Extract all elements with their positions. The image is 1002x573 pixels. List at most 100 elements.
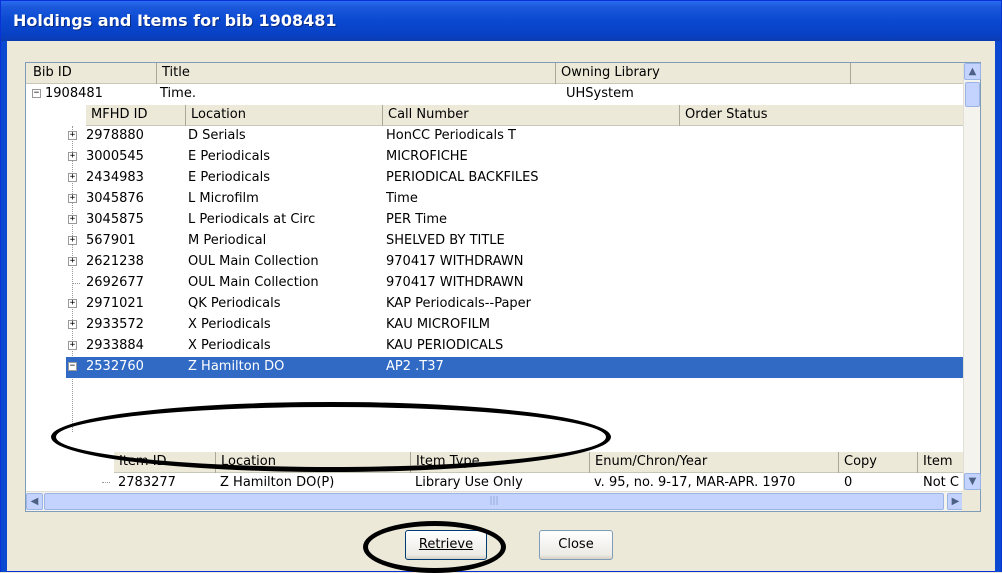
column-copy[interactable]: Copy xyxy=(839,452,918,473)
holding-row-selected[interactable]: −2532760 Z Hamilton DO AP2 .T37 xyxy=(66,357,963,378)
holdings-column-header: MFHD ID Location Call Number Order Statu… xyxy=(86,105,963,126)
holding-call-number: PER Time xyxy=(386,212,448,227)
holding-mfhd-id: 3045876 xyxy=(86,191,144,206)
collapse-icon[interactable]: − xyxy=(68,362,77,371)
expand-icon[interactable]: + xyxy=(68,236,77,245)
column-call-number[interactable]: Call Number xyxy=(383,105,680,126)
holding-call-number: KAP Periodicals--Paper xyxy=(386,296,532,311)
holding-mfhd-id: 2978880 xyxy=(86,128,144,143)
holding-mfhd-id: 2971021 xyxy=(86,296,144,311)
holding-mfhd-id: 2692677 xyxy=(86,275,144,290)
scroll-left-icon[interactable]: ◀ xyxy=(26,493,43,510)
holding-call-number: 970417 WITHDRAWN xyxy=(386,275,524,290)
item-copy: 0 xyxy=(844,475,853,490)
expand-icon[interactable]: + xyxy=(68,194,77,203)
bib-column-header: Bib ID Title Owning Library xyxy=(26,63,963,84)
holding-row[interactable]: +2434983 E Periodicals PERIODICAL BACKFILE… xyxy=(26,168,963,189)
holding-row[interactable]: +2933884 X Periodicals KAU PERIODICALS xyxy=(26,336,963,357)
holding-mfhd-id: 3000545 xyxy=(86,149,144,164)
item-row[interactable]: 2783277 Z Hamilton DO(P) Library Use Onl… xyxy=(26,473,963,491)
close-button[interactable]: Close xyxy=(539,530,613,560)
tree-branch xyxy=(72,283,80,284)
horizontal-scroll-thumb[interactable]: ||| xyxy=(44,493,944,510)
holding-location: D Serials xyxy=(188,128,246,143)
column-bib-id[interactable]: Bib ID xyxy=(28,63,157,84)
holding-location: OUL Main Collection xyxy=(188,254,319,269)
holding-row[interactable]: +567901 M Periodical SHELVED BY TITLE xyxy=(26,231,963,252)
holding-row[interactable]: +3045875 L Periodicals at Circ PER Time xyxy=(26,210,963,231)
holding-location: QK Periodicals xyxy=(188,296,281,311)
window-title: Holdings and Items for bib 1908481 xyxy=(1,1,1001,41)
holding-mfhd-id: 2434983 xyxy=(86,170,144,185)
bib-owning-library: UHSystem xyxy=(566,86,634,101)
column-title[interactable]: Title xyxy=(157,63,556,84)
holding-call-number: KAU MICROFILM xyxy=(386,317,490,332)
holding-call-number: KAU PERIODICALS xyxy=(386,338,504,353)
holding-location: E Periodicals xyxy=(188,170,270,185)
item-location: Z Hamilton DO(P) xyxy=(220,475,335,490)
holding-location: Z Hamilton DO xyxy=(188,359,285,374)
column-item-status[interactable]: Item xyxy=(918,452,963,473)
holding-location: L Microfilm xyxy=(188,191,259,206)
item-enum: v. 95, no. 9-17, MAR-APR. 1970 xyxy=(594,475,796,490)
holding-row[interactable]: +2621238 OUL Main Collection 970417 WITHDR… xyxy=(26,252,963,273)
holding-mfhd-id: 2933884 xyxy=(86,338,144,353)
annotation-highlight-holding xyxy=(51,402,611,472)
column-enum-chron-year[interactable]: Enum/Chron/Year xyxy=(590,452,839,473)
holding-mfhd-id: 2621238 xyxy=(86,254,144,269)
expand-icon[interactable]: + xyxy=(68,341,77,350)
holding-call-number: SHELVED BY TITLE xyxy=(386,233,505,248)
holding-row[interactable]: 2692677 OUL Main Collection 970417 WITHDRA… xyxy=(26,273,963,294)
annotation-highlight-retrieve xyxy=(363,521,506,573)
scroll-up-icon[interactable]: ▲ xyxy=(964,63,981,80)
holding-row[interactable]: +2933572 X Periodicals KAU MICROFILM xyxy=(26,315,963,336)
holdings-dialog: Holdings and Items for bib 1908481 Bib I… xyxy=(0,0,1002,573)
vertical-scrollbar[interactable]: ▲ ▼ xyxy=(963,63,981,491)
expand-icon[interactable]: + xyxy=(68,131,77,140)
holding-call-number: AP2 .T37 xyxy=(386,359,444,374)
holding-row[interactable]: +3000545 E Periodicals MICROFICHE xyxy=(26,147,963,168)
expand-icon[interactable]: + xyxy=(68,152,77,161)
expand-icon[interactable]: + xyxy=(68,173,77,182)
holding-location: M Periodical xyxy=(188,233,267,248)
holding-location: X Periodicals xyxy=(188,338,271,353)
bib-title: Time. xyxy=(160,86,196,101)
bib-row[interactable]: − 1908481 Time. UHSystem xyxy=(26,84,963,105)
holding-location: L Periodicals at Circ xyxy=(188,212,316,227)
holding-mfhd-id: 2532760 xyxy=(86,359,144,374)
column-order-status[interactable]: Order Status xyxy=(680,105,963,126)
vertical-scroll-thumb[interactable] xyxy=(965,82,980,107)
holding-row[interactable]: +3045876 L Microfilm Time xyxy=(26,189,963,210)
holding-call-number: HonCC Periodicals T xyxy=(386,128,516,143)
holding-location: X Periodicals xyxy=(188,317,271,332)
holding-mfhd-id: 3045875 xyxy=(86,212,144,227)
holding-call-number: 970417 WITHDRAWN xyxy=(386,254,524,269)
column-owning-library[interactable]: Owning Library xyxy=(556,63,851,84)
holding-row[interactable]: +2978880 D Serials HonCC Periodicals T xyxy=(26,126,963,147)
item-type: Library Use Only xyxy=(415,475,523,490)
column-location[interactable]: Location xyxy=(186,105,383,126)
holding-row[interactable]: +2971021 QK Periodicals KAP Periodicals--P… xyxy=(26,294,963,315)
column-mfhd-id[interactable]: MFHD ID xyxy=(86,105,186,126)
holding-location: OUL Main Collection xyxy=(188,275,319,290)
horizontal-scrollbar[interactable]: ◀ ||| ▶ xyxy=(26,491,964,511)
holding-call-number: PERIODICAL BACKFILES xyxy=(386,170,539,185)
holding-mfhd-id: 2933572 xyxy=(86,317,144,332)
item-id: 2783277 xyxy=(118,475,176,490)
item-status: Not C xyxy=(923,475,959,490)
bib-id: 1908481 xyxy=(45,86,103,101)
collapse-icon[interactable]: − xyxy=(32,89,41,98)
expand-icon[interactable]: + xyxy=(68,299,77,308)
expand-icon[interactable]: + xyxy=(68,215,77,224)
scroll-corner xyxy=(962,490,980,511)
window-frame-left xyxy=(1,41,7,572)
holding-call-number: Time xyxy=(386,191,418,206)
scroll-down-icon[interactable]: ▼ xyxy=(964,473,981,490)
holding-location: E Periodicals xyxy=(188,149,270,164)
expand-icon[interactable]: + xyxy=(68,320,77,329)
window-frame-right xyxy=(995,41,1001,572)
holding-call-number: MICROFICHE xyxy=(386,149,468,164)
expand-icon[interactable]: + xyxy=(68,257,77,266)
tree-branch xyxy=(102,482,110,483)
holding-mfhd-id: 567901 xyxy=(86,233,136,248)
